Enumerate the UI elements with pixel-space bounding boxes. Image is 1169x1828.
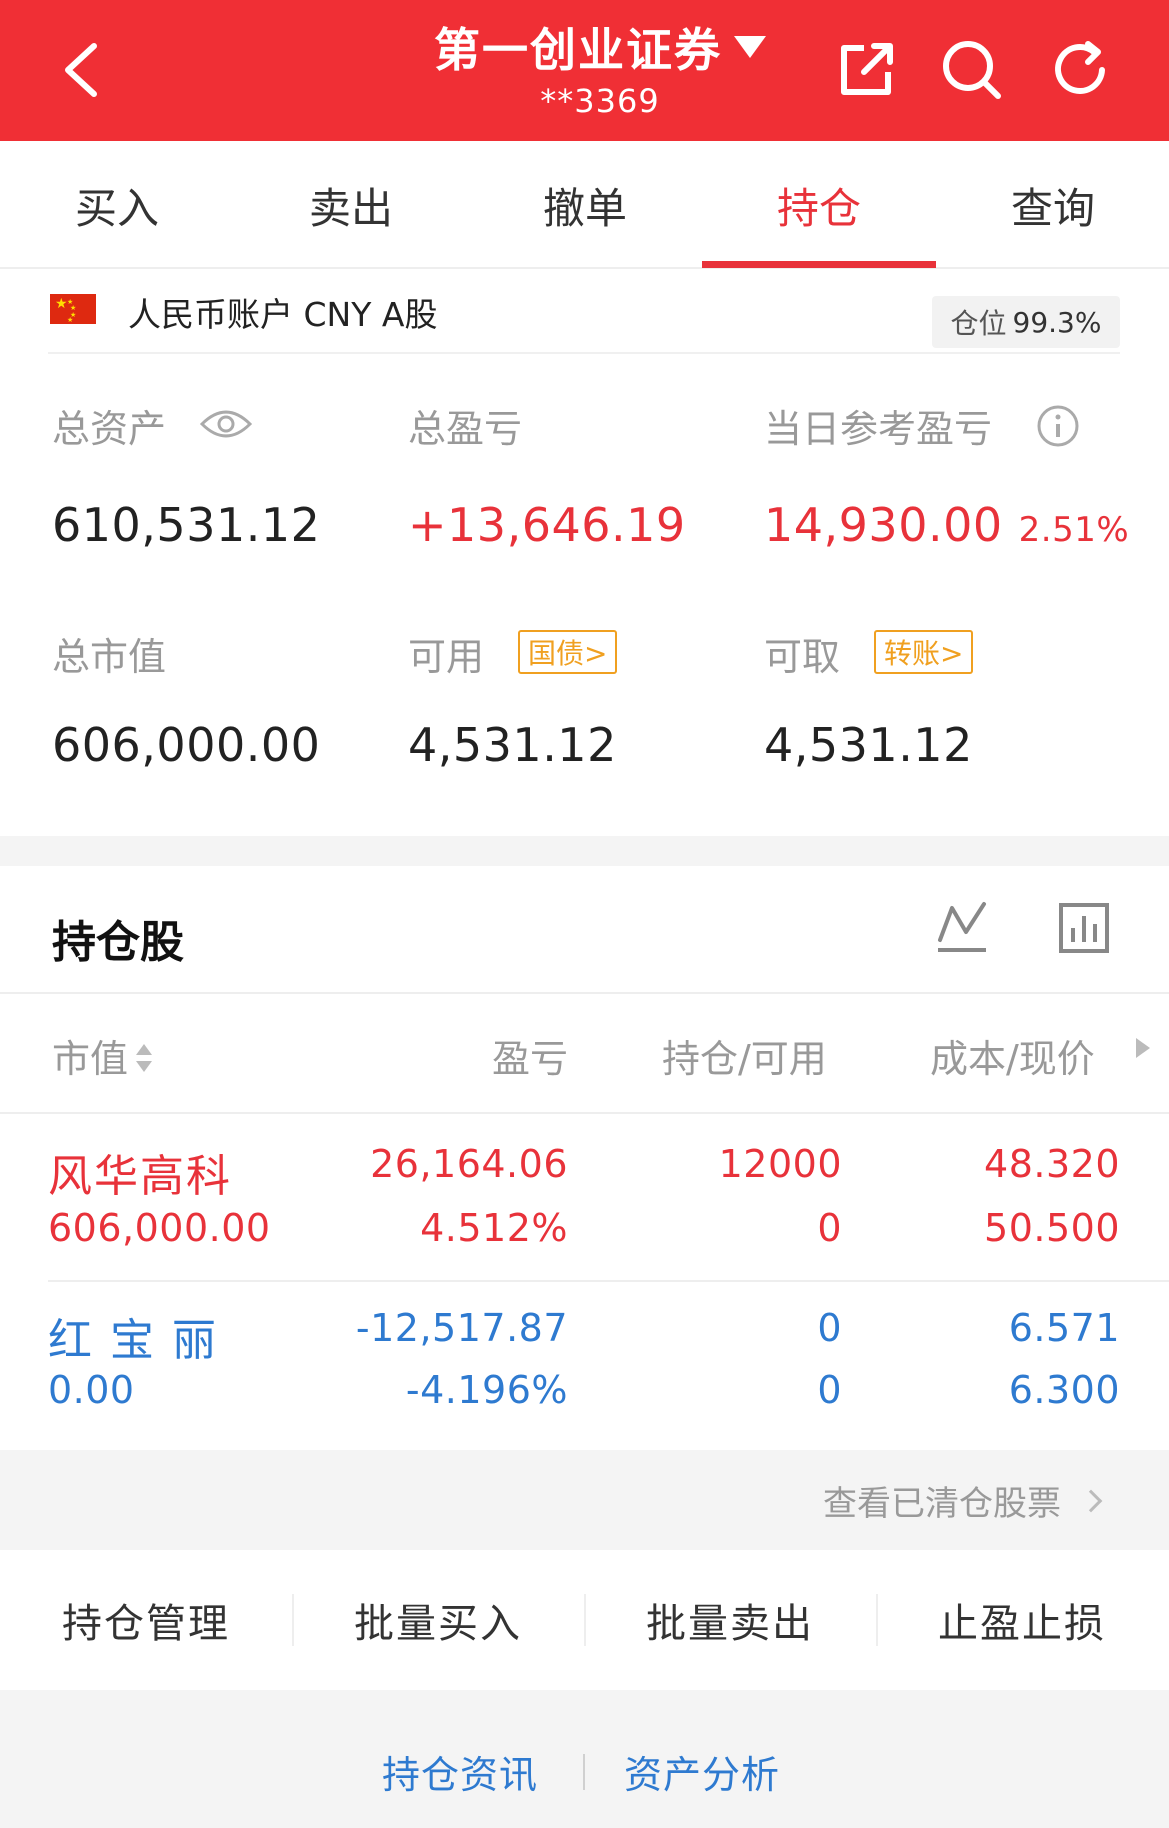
section-gap: [0, 836, 1169, 866]
tab-holdings[interactable]: 持仓: [702, 141, 936, 269]
sort-icon: [136, 1044, 153, 1072]
tab-query[interactable]: 查询: [936, 141, 1169, 269]
position-management-button[interactable]: 持仓管理: [0, 1550, 292, 1690]
withdrawable-value: 4,531.12: [764, 718, 973, 772]
scroll-right-icon[interactable]: [1136, 1038, 1150, 1058]
line-chart-icon[interactable]: [934, 898, 990, 954]
app-header: 第一创业证券 **3369: [0, 0, 1169, 141]
info-icon[interactable]: [1036, 404, 1080, 448]
total-pnl-value: +13,646.19: [408, 498, 686, 552]
total-assets-label: 总资产: [52, 407, 167, 451]
divider: [0, 1112, 1169, 1114]
account-label: 人民币账户 CNY A股: [128, 295, 438, 334]
stock-available: 0: [817, 1206, 842, 1250]
broker-title: 第一创业证券: [434, 23, 722, 77]
total-assets-value: 610,531.12: [52, 498, 321, 552]
dropdown-caret-icon: [734, 36, 766, 58]
stock-pnl: 26,164.06: [370, 1142, 568, 1186]
tab-sell[interactable]: 卖出: [234, 141, 468, 269]
footer-links: 持仓资讯 资产分析: [0, 1690, 1169, 1828]
transfer-button[interactable]: 转账>: [874, 630, 974, 674]
active-tab-indicator: [702, 261, 936, 268]
china-flag-icon: ★ ★ ★ ★ ★: [50, 294, 96, 324]
back-icon[interactable]: [58, 40, 108, 100]
batch-buy-button[interactable]: 批量买入: [292, 1550, 584, 1690]
cleared-stocks-label: 查看已清仓股票: [823, 1484, 1061, 1524]
share-icon[interactable]: [834, 38, 898, 102]
stock-pnl-percent: -4.196%: [405, 1368, 568, 1412]
cleared-stocks-band: 查看已清仓股票: [0, 1450, 1169, 1550]
stock-price: 50.500: [984, 1206, 1120, 1250]
stock-position: 12000: [718, 1142, 842, 1186]
col-market-value-label: 市值: [52, 1037, 129, 1081]
stock-pnl: -12,517.87: [355, 1306, 568, 1350]
chevron-right-icon: [1079, 1489, 1103, 1512]
divider: [48, 1280, 1169, 1282]
position-ratio-badge: 仓位 99.3%: [932, 296, 1120, 348]
total-pnl-label: 总盈亏: [408, 407, 523, 451]
divider: [48, 352, 1120, 354]
batch-sell-button[interactable]: 批量卖出: [584, 1550, 876, 1690]
daily-pnl-value: 14,930.00 2.51%: [764, 498, 1129, 552]
available-label: 可用: [408, 635, 485, 679]
stock-position: 0: [817, 1306, 842, 1350]
stock-price: 6.300: [1008, 1368, 1120, 1412]
stock-cost: 48.320: [984, 1142, 1120, 1186]
tab-buy[interactable]: 买入: [0, 141, 234, 269]
account-row: ★ ★ ★ ★ ★ 人民币账户 CNY A股 仓位 99.3%: [0, 270, 1169, 352]
stock-cost: 6.571: [1008, 1306, 1120, 1350]
stock-market-value: 0.00: [48, 1368, 135, 1412]
market-value-label: 总市值: [52, 635, 167, 679]
holdings-news-link[interactable]: 持仓资讯: [382, 1744, 538, 1799]
position-label: 仓位: [950, 307, 1007, 340]
trade-tabs: 买入 卖出 撤单 持仓 查询: [0, 141, 1169, 269]
daily-pnl-percent: 2.51%: [1018, 510, 1130, 550]
search-icon[interactable]: [940, 38, 1004, 102]
bar-chart-icon[interactable]: [1058, 902, 1110, 954]
stock-pnl-percent: 4.512%: [420, 1206, 568, 1250]
divider: [0, 992, 1169, 994]
col-header-position: 持仓/可用: [662, 1037, 827, 1081]
col-header-pnl: 盈亏: [491, 1037, 568, 1081]
stock-name: 风华高科: [48, 1151, 232, 1202]
withdrawable-label: 可取: [764, 635, 841, 679]
holdings-actions: 持仓管理 批量买入 批量卖出 止盈止损: [0, 1550, 1169, 1690]
cleared-stocks-link[interactable]: 查看已清仓股票: [823, 1476, 1103, 1525]
stop-profit-loss-button[interactable]: 止盈止损: [876, 1550, 1168, 1690]
treasury-bond-button[interactable]: 国债>: [518, 630, 618, 674]
daily-pnl-amount: 14,930.00: [764, 498, 1003, 552]
market-value: 606,000.00: [52, 718, 321, 772]
divider: [583, 1754, 585, 1790]
eye-icon[interactable]: [200, 404, 252, 444]
col-header-cost-price: 成本/现价: [930, 1037, 1095, 1081]
tab-cancel-order[interactable]: 撤单: [468, 141, 702, 269]
holdings-title: 持仓股: [52, 917, 184, 968]
stock-available: 0: [817, 1368, 842, 1412]
stock-name: 红 宝 丽: [48, 1315, 218, 1366]
account-number: **3369: [540, 82, 660, 120]
position-value: 99.3%: [1012, 305, 1102, 339]
col-header-market-value[interactable]: 市值: [52, 1028, 154, 1083]
broker-selector[interactable]: 第一创业证券 **3369: [400, 14, 800, 120]
refresh-icon[interactable]: [1048, 38, 1112, 102]
daily-pnl-label: 当日参考盈亏: [764, 407, 993, 451]
available-value: 4,531.12: [408, 718, 617, 772]
asset-analysis-link[interactable]: 资产分析: [624, 1744, 780, 1799]
stock-market-value: 606,000.00: [48, 1206, 271, 1250]
